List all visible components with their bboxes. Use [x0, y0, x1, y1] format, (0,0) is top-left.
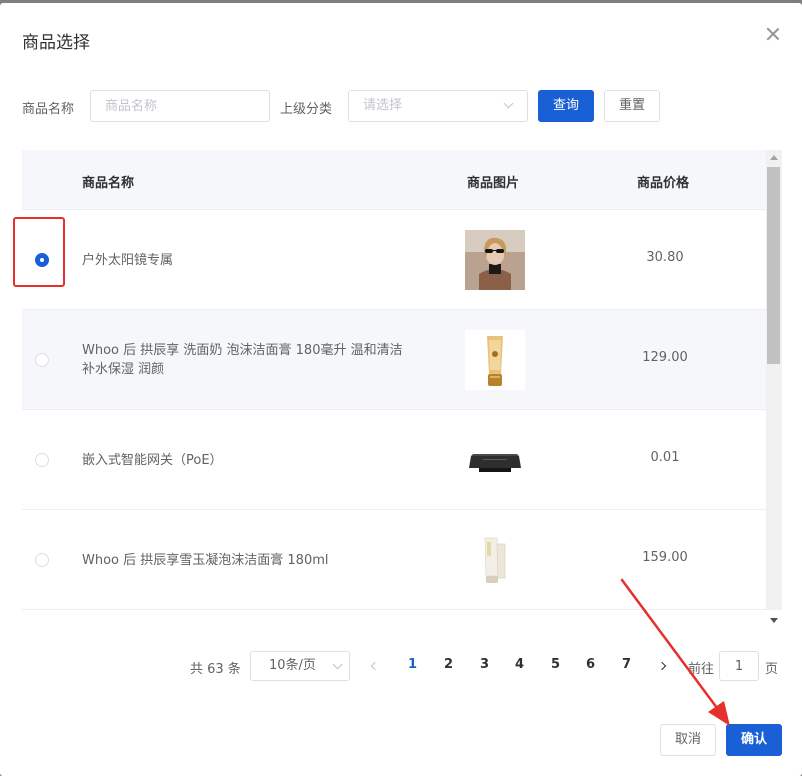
category-filter-label: 上级分类 — [280, 102, 333, 117]
column-header-image: 商品图片 — [467, 176, 520, 191]
column-header-price: 商品价格 — [637, 176, 690, 191]
product-image — [465, 430, 525, 490]
category-select-placeholder: 请选择 — [363, 98, 403, 113]
page-suffix-label: 页 — [765, 662, 779, 677]
table-row[interactable]: Whoo 后 拱辰享 洗面奶 泡沫洁面膏 180毫升 温和清洁 补水保湿 润颜 … — [22, 310, 766, 410]
dialog-title: 商品选择 — [22, 33, 90, 53]
product-name: Whoo 后 拱辰享 洗面奶 泡沫洁面膏 180毫升 温和清洁 补水保湿 润颜 — [82, 343, 403, 377]
row-radio[interactable] — [35, 553, 49, 567]
reset-button[interactable]: 重置 — [604, 90, 660, 122]
row-radio[interactable] — [35, 253, 49, 267]
confirm-button[interactable]: 确认 — [726, 724, 782, 756]
chevron-down-icon — [503, 98, 514, 109]
page-5[interactable]: 5 — [551, 657, 560, 672]
page-1[interactable]: 1 — [408, 657, 417, 672]
name-filter-input[interactable] — [90, 90, 270, 122]
product-price: 0.01 — [650, 450, 680, 465]
page-6[interactable]: 6 — [586, 657, 595, 672]
goto-label: 前往 — [688, 662, 715, 677]
goto-page-input[interactable] — [719, 651, 759, 681]
black-gateway-device-photo — [465, 430, 525, 490]
page-2[interactable]: 2 — [444, 657, 453, 672]
pagination-total: 共 63 条 — [190, 662, 241, 677]
page-3[interactable]: 3 — [480, 657, 489, 672]
table-row[interactable]: Whoo 后 拱辰享雪玉凝泡沫洁面膏 180ml 159.00 — [22, 510, 766, 610]
page-7[interactable]: 7 — [622, 657, 631, 672]
scrollbar-thumb[interactable] — [767, 167, 780, 364]
page-size-value: 10条/页 — [269, 658, 316, 673]
name-filter-label: 商品名称 — [22, 102, 75, 117]
category-select[interactable]: 请选择 — [348, 90, 528, 122]
sunglasses-woman-photo — [465, 230, 525, 290]
product-price: 159.00 — [642, 550, 688, 565]
row-radio[interactable] — [35, 453, 49, 467]
scroll-down-icon[interactable] — [770, 618, 778, 623]
product-name: Whoo 后 拱辰享雪玉凝泡沫洁面膏 180ml — [82, 553, 329, 568]
row-radio[interactable] — [35, 353, 49, 367]
product-image — [465, 530, 525, 590]
table-row[interactable]: 嵌入式智能网关（PoE） 0.01 — [22, 410, 766, 510]
query-button[interactable]: 查询 — [538, 90, 594, 122]
chevron-down-icon — [332, 659, 343, 670]
page-size-select[interactable]: 10条/页 — [250, 651, 350, 681]
white-cleanser-tube-photo — [465, 530, 525, 590]
product-price: 30.80 — [646, 250, 684, 265]
product-image — [465, 230, 525, 290]
cancel-button[interactable]: 取消 — [660, 724, 716, 756]
gold-cleanser-tube-photo — [465, 330, 525, 390]
table-row[interactable]: 户外太阳镜专属 30.80 — [22, 210, 766, 310]
product-table: 商品名称 商品图片 商品价格 户外太阳镜专属 30.80 Whoo 后 拱辰享 … — [22, 150, 766, 610]
scroll-up-icon[interactable] — [770, 155, 778, 160]
product-price: 129.00 — [642, 350, 688, 365]
product-name: 嵌入式智能网关（PoE） — [82, 453, 223, 468]
column-header-name: 商品名称 — [82, 176, 135, 191]
table-header: 商品名称 商品图片 商品价格 — [22, 150, 766, 210]
close-icon[interactable] — [766, 27, 780, 41]
product-image — [465, 330, 525, 390]
product-name: 户外太阳镜专属 — [82, 253, 174, 268]
page-4[interactable]: 4 — [515, 657, 524, 672]
